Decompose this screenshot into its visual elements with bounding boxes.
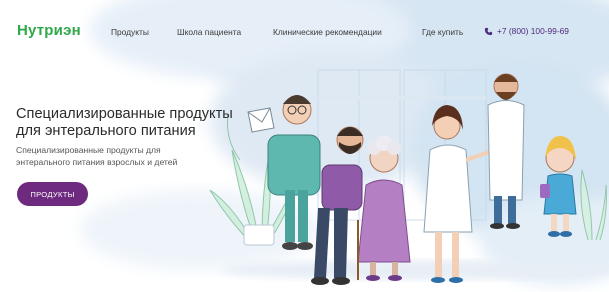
character-tall-doctor	[487, 73, 525, 229]
character-grandma	[357, 135, 411, 281]
hero-subtitle: Специализированные продукты для энтераль…	[16, 145, 256, 168]
brand-logo[interactable]: Нутриэн	[17, 22, 81, 39]
nav-item-clinical-guidelines[interactable]: Клинические рекомендации	[273, 27, 382, 37]
site-header: Нутриэн Продукты Школа пациента Клиничес…	[0, 0, 609, 62]
phone-icon	[484, 27, 493, 35]
nav-item-where-to-buy[interactable]: Где купить	[422, 27, 463, 37]
phone-link[interactable]: +7 (800) 100-99-69	[484, 26, 569, 36]
hero-subtitle-line-1: Специализированные продукты для	[16, 145, 161, 155]
nav-item-products[interactable]: Продукты	[111, 27, 149, 37]
phone-number: +7 (800) 100-99-69	[497, 26, 569, 36]
character-female-doctor	[423, 105, 496, 283]
hero-subtitle-line-2: энтерального питания взрослых и детей	[16, 156, 178, 167]
hero-section: Нутриэн Продукты Школа пациента Клиничес…	[0, 0, 609, 292]
character-girl	[540, 136, 577, 237]
nav-item-patient-school[interactable]: Школа пациента	[177, 27, 241, 37]
hero-title-line-1: Специализированные продукты	[16, 106, 233, 122]
products-button[interactable]: ПРОДУКТЫ	[17, 182, 88, 206]
hero-title: Специализированные продукты для энтераль…	[16, 106, 256, 139]
character-doctor-glasses	[247, 95, 321, 250]
hero-title-line-2: для энтерального питания	[16, 122, 196, 139]
